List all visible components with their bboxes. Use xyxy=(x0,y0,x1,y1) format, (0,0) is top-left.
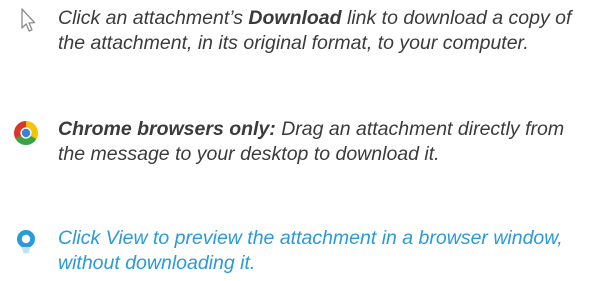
tip-download-text: Click an attachment’s Download link to d… xyxy=(58,7,572,54)
mouse-pointer-icon xyxy=(12,6,40,34)
view-bulb-icon xyxy=(12,228,40,256)
download-emphasis: Download xyxy=(248,7,342,29)
chrome-only-emphasis: Chrome browsers only: xyxy=(58,118,276,140)
tip-view-text: Click View to preview the attachment in … xyxy=(58,227,563,274)
chrome-logo-icon xyxy=(12,119,40,147)
tip-chrome-drag-text: Chrome browsers only: Drag an attachment… xyxy=(58,118,565,165)
